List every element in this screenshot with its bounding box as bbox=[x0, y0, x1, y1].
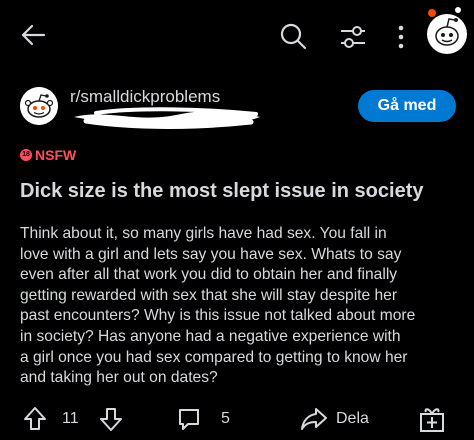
post-body-line: a girl once you had sex compared to gett… bbox=[20, 348, 408, 366]
redaction-scribble bbox=[74, 107, 260, 129]
post-body-line: love with a girl and lets say you have s… bbox=[20, 245, 402, 263]
join-button[interactable]: Gå med bbox=[358, 90, 456, 122]
share-icon[interactable] bbox=[300, 406, 328, 432]
post-body[interactable]: Think about it, so many girls have had s… bbox=[20, 224, 460, 389]
post-body-line: even after all that work you did to obta… bbox=[20, 266, 398, 284]
nsfw-label: NSFW bbox=[35, 147, 77, 163]
post-body-line: in society? Has anyone had a negative ex… bbox=[20, 327, 401, 345]
comment-icon[interactable] bbox=[176, 406, 202, 432]
comment-count: 5 bbox=[221, 410, 230, 427]
subreddit-avatar[interactable] bbox=[20, 87, 58, 125]
filter-icon[interactable] bbox=[338, 24, 368, 50]
post-body-line: and taking her out on dates? bbox=[20, 369, 218, 387]
award-icon[interactable] bbox=[418, 404, 446, 434]
post-body-line: getting rewarded with sex that she will … bbox=[20, 286, 398, 304]
downvote-icon[interactable] bbox=[98, 406, 124, 432]
reddit-snoo-icon bbox=[20, 87, 58, 125]
nsfw-tag: 18 NSFW bbox=[20, 146, 76, 164]
vote-count: 11 bbox=[62, 410, 79, 427]
back-arrow-icon[interactable] bbox=[18, 20, 48, 50]
post-title[interactable]: Dick size is the most slept issue in soc… bbox=[20, 178, 460, 204]
search-icon[interactable] bbox=[279, 22, 307, 50]
more-vertical-icon[interactable] bbox=[396, 24, 406, 50]
post-body-line: Think about it, so many girls have had s… bbox=[20, 225, 387, 242]
top-bar bbox=[0, 0, 474, 80]
upvote-icon[interactable] bbox=[22, 406, 48, 432]
share-label[interactable]: Dela bbox=[336, 410, 369, 428]
subreddit-name[interactable]: r/smalldickproblems bbox=[70, 87, 220, 107]
post-body-line: past encounters? Why is this issue not t… bbox=[20, 307, 416, 325]
nsfw-18-icon: 18 bbox=[20, 149, 32, 161]
action-bar: 11 5 Dela bbox=[0, 398, 474, 440]
user-avatar-icon[interactable] bbox=[420, 4, 472, 56]
